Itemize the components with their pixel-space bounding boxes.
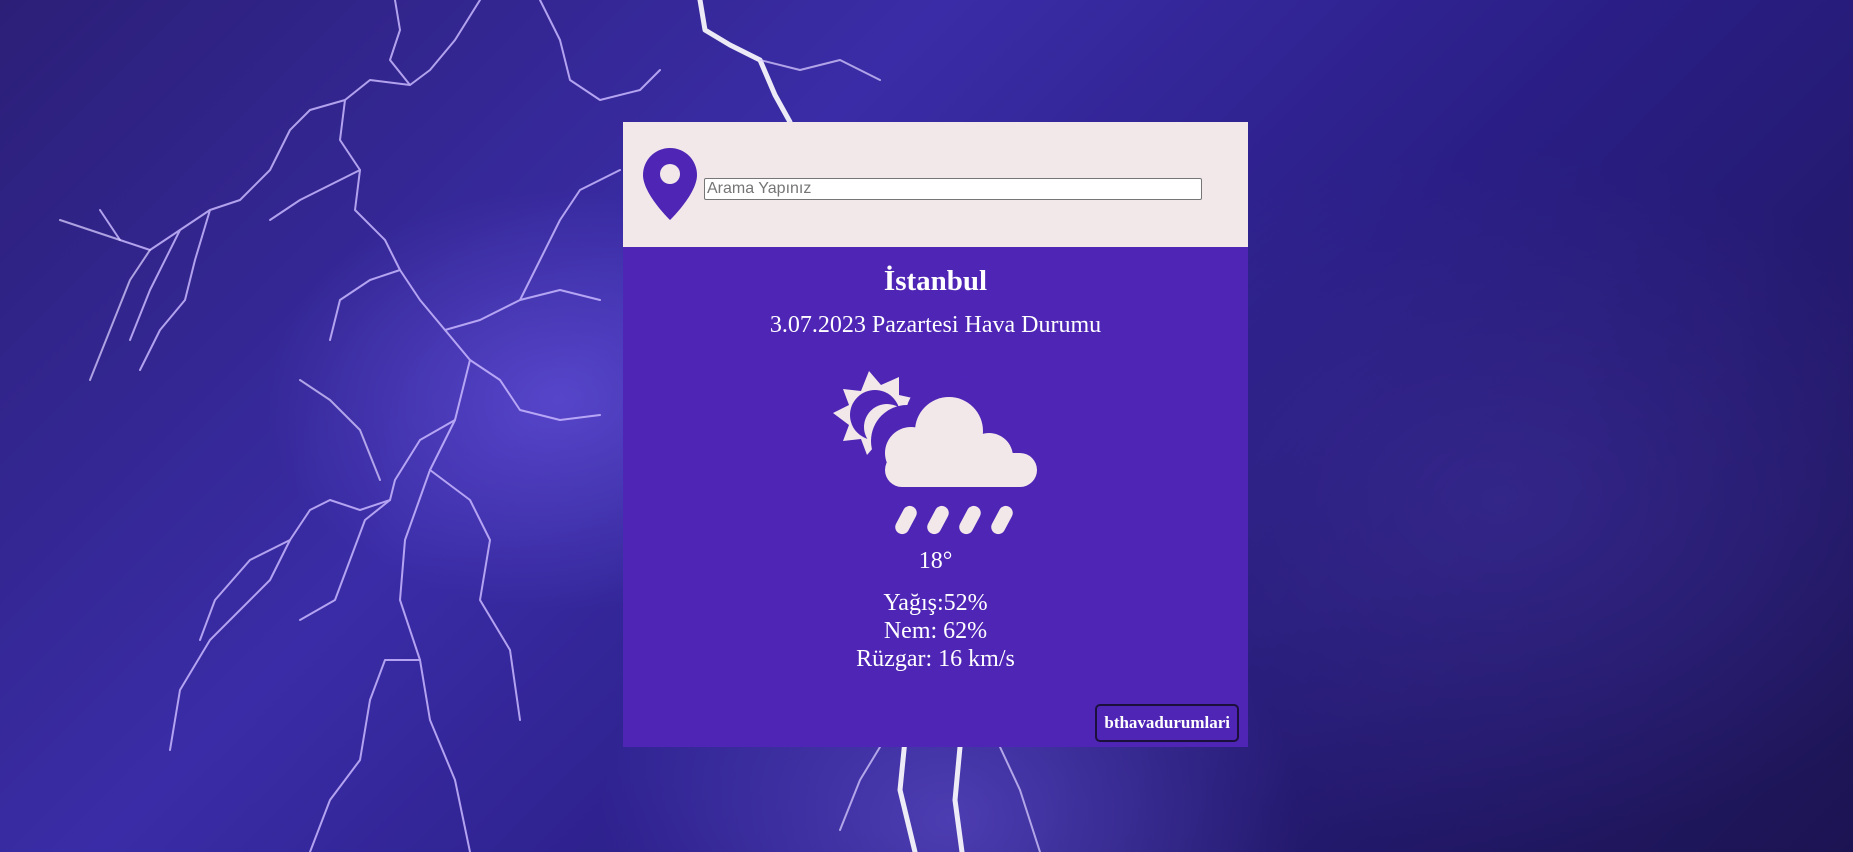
weather-stats: Yağış:52% Nem: 62% Rüzgar: 16 km/s: [623, 589, 1248, 673]
search-input[interactable]: [704, 178, 1202, 200]
weather-card: İstanbul 3.07.2023 Pazartesi Hava Durumu: [623, 122, 1248, 747]
temperature: 18°: [918, 548, 953, 574]
search-bar: [623, 122, 1248, 247]
precipitation: Yağış:52%: [883, 590, 988, 616]
location-pin-icon[interactable]: [641, 146, 699, 222]
date-line: 3.07.2023 Pazartesi Hava Durumu: [769, 312, 1102, 338]
brand-button[interactable]: bthavadurumlari: [1095, 704, 1239, 742]
weather-panel: İstanbul 3.07.2023 Pazartesi Hava Durumu: [623, 247, 1248, 747]
city-name: İstanbul: [883, 265, 988, 297]
sun-cloud-rain-icon: [833, 371, 1037, 535]
humidity: Nem: 62%: [883, 618, 988, 644]
wind-speed: Rüzgar: 16 km/s: [856, 646, 1015, 672]
